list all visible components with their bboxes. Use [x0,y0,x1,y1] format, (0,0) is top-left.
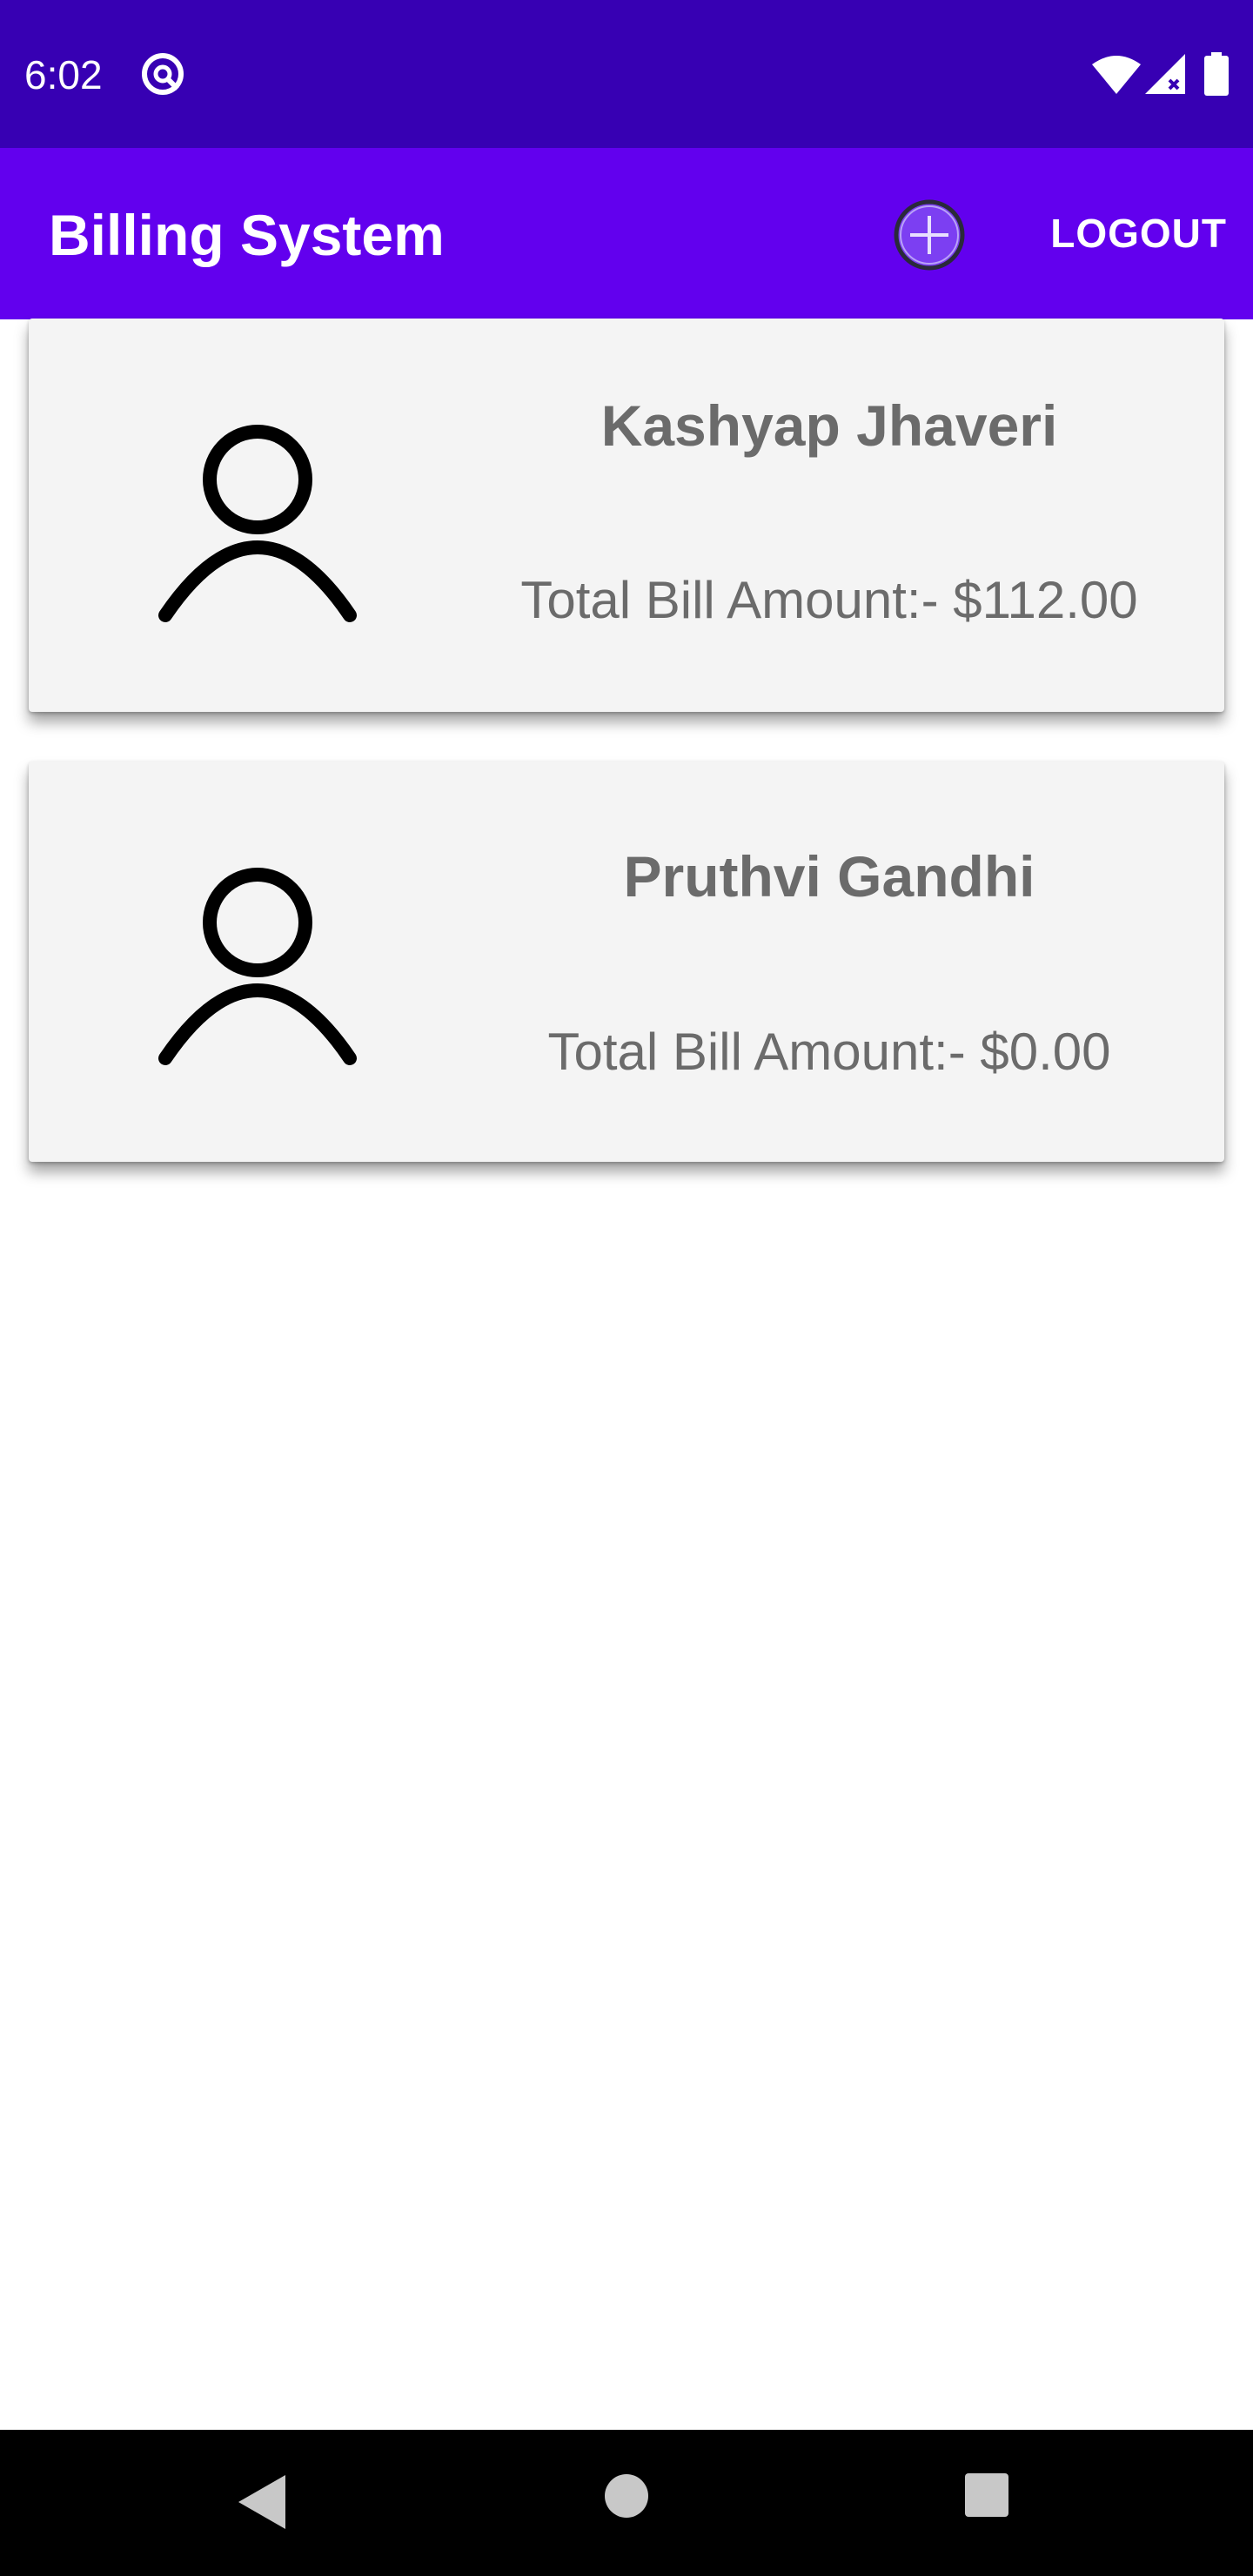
customer-name: Pruthvi Gandhi [623,844,1035,909]
status-bar: 6:02 [0,0,1253,148]
logout-button[interactable]: LOGOUT [1035,205,1227,261]
app-notification-icon [142,53,184,95]
app-bar: Billing System LOGOUT [0,148,1253,319]
app-title: Billing System [49,203,445,267]
back-icon[interactable] [235,2473,287,2531]
cell-signal-icon [1145,54,1185,94]
recents-icon[interactable] [965,2473,1008,2517]
add-circle-icon[interactable] [891,197,968,273]
wifi-icon [1092,56,1141,94]
bill-amount: Total Bill Amount:- $112.00 [520,571,1138,629]
navigation-bar [0,2430,1253,2576]
customer-name: Kashyap Jhaveri [600,393,1058,458]
status-time: 6:02 [24,52,103,97]
battery-icon [1204,52,1229,96]
person-icon [158,868,357,1065]
customer-card[interactable]: Pruthvi Gandhi Total Bill Amount:- $0.00 [29,761,1224,1162]
home-icon[interactable] [604,2473,649,2519]
screen: 6:02 Billing System LOGOUT Kashyap Jhave… [0,0,1253,2576]
bill-amount: Total Bill Amount:- $0.00 [547,1023,1111,1081]
person-icon [158,425,357,622]
customer-card[interactable]: Kashyap Jhaveri Total Bill Amount:- $112… [29,319,1224,712]
